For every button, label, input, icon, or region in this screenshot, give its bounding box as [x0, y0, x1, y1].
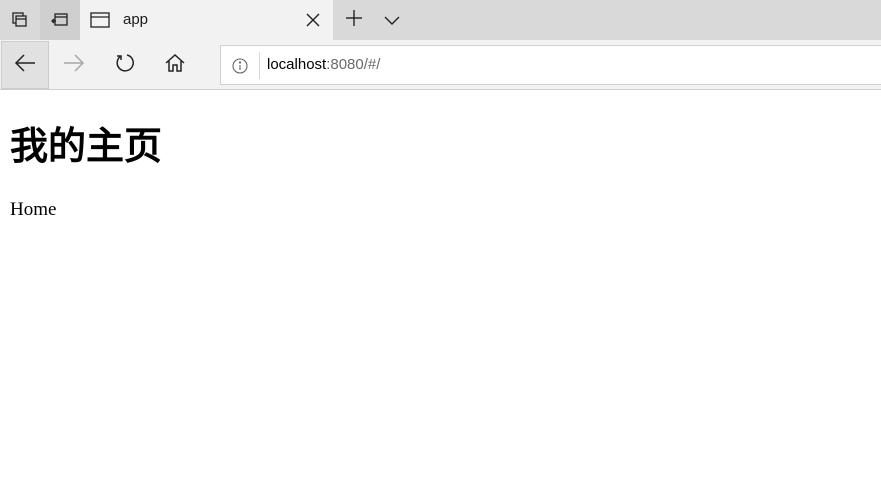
refresh-icon — [114, 52, 136, 78]
tabs-set-aside-button[interactable] — [0, 0, 40, 40]
url-text[interactable]: localhost:8080/#/ — [267, 54, 380, 76]
refresh-button[interactable] — [101, 41, 149, 89]
page-content: 我的主页 Home — [0, 91, 881, 502]
window-page-icon — [90, 10, 110, 30]
tab-title: app — [123, 11, 149, 28]
home-icon — [165, 53, 185, 77]
page-heading: 我的主页 — [10, 124, 163, 168]
page-home-text: Home — [10, 199, 57, 220]
close-icon — [306, 13, 320, 27]
tabs-aside-icon — [50, 10, 70, 30]
info-icon[interactable] — [231, 57, 249, 75]
plus-icon — [345, 9, 363, 31]
tab-list-button[interactable] — [375, 0, 409, 40]
forward-button[interactable] — [50, 41, 98, 89]
new-tab-button[interactable] — [337, 0, 371, 40]
back-button[interactable] — [1, 41, 49, 89]
tabs-aside-button[interactable] — [40, 0, 80, 40]
back-arrow-icon — [14, 54, 36, 76]
set-aside-tabs-icon — [10, 10, 30, 30]
address-bar[interactable]: localhost:8080/#/ — [220, 45, 881, 85]
url-path: :8080/#/ — [326, 56, 381, 73]
tab-strip: app — [0, 0, 881, 40]
forward-arrow-icon — [63, 54, 85, 76]
close-tab-button[interactable] — [303, 10, 323, 30]
navigation-bar: localhost:8080/#/ — [0, 40, 881, 90]
home-button[interactable] — [151, 41, 199, 89]
chevron-down-icon — [384, 11, 400, 30]
url-host: localhost — [267, 56, 327, 73]
address-divider — [259, 52, 260, 79]
tab-app[interactable]: app — [80, 0, 333, 40]
